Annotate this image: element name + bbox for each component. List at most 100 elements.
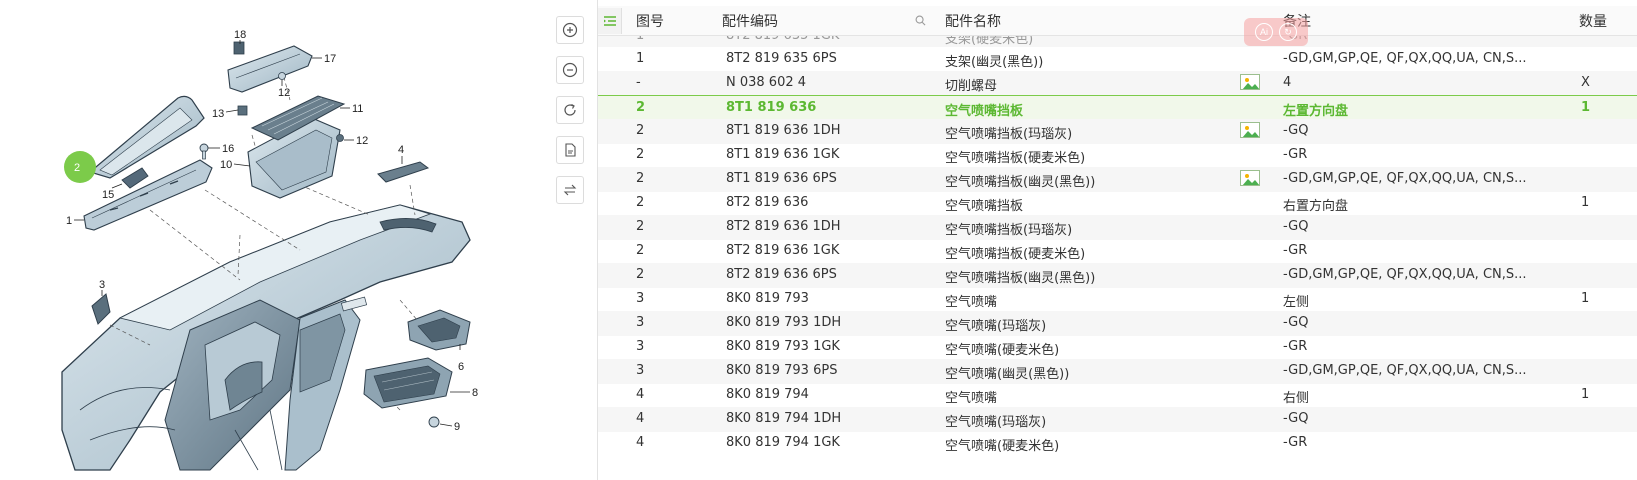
callout-2: 2 [74,162,80,174]
table-row[interactable]: 1 8T2 819 635 1GK 支架(硬麦米色) -GR [598,36,1637,47]
zoom-in-icon [562,22,578,38]
header-qty[interactable]: 数量 [1579,11,1607,31]
cell-part-code: 8K0 819 794 1GK [726,435,840,450]
callout-4[interactable]: 4 [398,144,404,156]
cell-part-name: 空气喷嘴挡板(幽灵(黑色)) [945,175,1096,190]
part-16-screw[interactable] [199,143,209,160]
table-row[interactable]: 4 8K0 819 794 1GK 空气喷嘴(硬麦米色) -GR [598,431,1637,456]
cell-part-name: 空气喷嘴 [945,391,998,406]
callout-9[interactable]: 9 [454,421,460,433]
cell-part-name: 支架(硬麦米色) [945,36,1034,47]
cell-part-code: 8K0 819 793 6PS [726,363,838,378]
zoom-in-button[interactable] [556,16,584,44]
header-part-code[interactable]: 配件编码 [722,11,778,31]
table-row[interactable]: 2 8T2 819 636 空气喷嘴挡板 右置方向盘 1 [598,191,1637,216]
table-row[interactable]: 2 8T1 819 636 1DH 空气喷嘴挡板(玛瑙灰) -GQ [598,119,1637,144]
cell-note: -GD,GM,GP,QE, QF,QX,QQ,UA, CN,S... [1283,267,1527,282]
table-row[interactable]: 3 8K0 819 793 6PS 空气喷嘴(幽灵(黑色)) -GD,GM,GP,QE… [598,359,1637,384]
cell-part-name: 空气喷嘴 [945,295,998,310]
callout-13[interactable]: 13 [212,108,224,120]
table-row[interactable]: - N 038 602 4 切削螺母 4 X [598,71,1637,96]
part-15-small-vent[interactable] [121,167,149,189]
cell-qty: 1 [1581,387,1590,402]
cell-part-name: 空气喷嘴(玛瑙灰) [945,319,1047,334]
cell-fig-no: 2 [636,171,645,186]
search-icon[interactable] [915,15,926,26]
cell-note: -GQ [1283,123,1309,138]
cell-note: -GD,GM,GP,QE, QF,QX,QQ,UA, CN,S... [1283,51,1527,66]
part-image-button[interactable] [1240,74,1260,90]
cell-part-name: 空气喷嘴挡板(玛瑙灰) [945,127,1073,142]
table-row[interactable]: 3 8K0 819 793 1DH 空气喷嘴(玛瑙灰) -GQ [598,311,1637,336]
callout-1[interactable]: 1 [66,215,72,227]
cell-part-name: 空气喷嘴挡板 [945,199,1024,214]
cell-fig-no: 4 [636,387,645,402]
cell-note: 左置方向盘 [1283,104,1349,119]
reset-icon [564,103,576,116]
cell-fig-no: 2 [636,243,645,258]
cell-part-name: 空气喷嘴(玛瑙灰) [945,415,1047,430]
table-row[interactable]: 2 8T1 819 636 1GK 空气喷嘴挡板(硬麦米色) -GR [598,143,1637,168]
ai-assistant-badge[interactable]: Ai ↻ [1244,18,1308,46]
part-18-clip[interactable] [233,41,245,55]
cell-note: -GR [1283,339,1308,354]
refresh-circle-icon: ↻ [1279,23,1297,41]
table-row[interactable]: 4 8K0 819 794 1DH 空气喷嘴(玛瑙灰) -GQ [598,407,1637,432]
callout-12-upper[interactable]: 12 [278,87,290,99]
cell-fig-no: 4 [636,435,645,450]
part-image-button[interactable] [1240,170,1260,186]
table-row[interactable]: 2 8T2 819 636 6PS 空气喷嘴挡板(幽灵(黑色)) -GD,GM,GP,… [598,263,1637,288]
callout-16[interactable]: 16 [222,143,234,155]
cell-note: -GR [1283,435,1308,450]
cell-part-name: 空气喷嘴(硬麦米色) [945,343,1060,358]
table-row[interactable]: 3 8K0 819 793 空气喷嘴 左侧 1 [598,287,1637,312]
cell-part-code: 8K0 819 794 1DH [726,411,842,426]
cell-fig-no: 3 [636,315,645,330]
callout-2-active[interactable]: 2 [64,151,96,183]
swap-button[interactable] [556,176,584,204]
table-row[interactable]: 4 8K0 819 794 空气喷嘴 右侧 1 [598,383,1637,408]
column-menu-button[interactable] [598,8,622,34]
table-header: 图号 配件编码 配件名称 备注 数量 [598,6,1637,36]
callout-6[interactable]: 6 [458,361,464,373]
cell-fig-no: 3 [636,363,645,378]
cell-part-code: 8K0 819 793 [726,291,809,306]
callout-12-lower[interactable]: 12 [356,135,368,147]
callout-11[interactable]: 11 [352,103,363,115]
part-4-vent[interactable] [377,161,430,183]
part-9-knob[interactable] [428,416,440,428]
cell-fig-no: 2 [636,219,645,234]
exploded-parts-diagram[interactable]: 18 17 12 13 11 12 16 10 4 2 15 1 3 6 8 9 [0,0,540,480]
cell-qty: 1 [1581,291,1590,306]
cell-part-code: 8T2 819 635 1GK [726,36,926,43]
callout-18[interactable]: 18 [234,29,246,41]
image-icon [1240,74,1260,90]
table-row-selected[interactable]: 2 8T1 819 636 空气喷嘴挡板 左置方向盘 1 [598,95,1637,120]
cell-note: -GR [1283,36,1553,43]
cell-fig-no: 2 [636,100,646,115]
callout-10[interactable]: 10 [220,159,232,171]
cell-fig-no: 1 [636,51,645,66]
cell-part-code: 8T1 819 636 6PS [726,171,837,186]
export-pdf-button[interactable] [556,136,584,164]
zoom-out-button[interactable] [556,56,584,84]
part-image-button[interactable] [1240,122,1260,138]
header-part-name[interactable]: 配件名称 [945,11,1001,31]
cell-note: 左侧 [1283,295,1310,310]
callout-3[interactable]: 3 [99,279,105,291]
table-row[interactable]: 2 8T1 819 636 6PS 空气喷嘴挡板(幽灵(黑色)) -GD,GM,GP,… [598,167,1637,192]
dashboard-body [61,204,471,471]
callout-8[interactable]: 8 [472,387,478,399]
table-row[interactable]: 2 8T2 819 636 1GK 空气喷嘴挡板(硬麦米色) -GR [598,239,1637,264]
header-fig-no[interactable]: 图号 [636,11,664,31]
reset-view-button[interactable] [556,96,584,124]
part-13-clip[interactable] [237,105,248,116]
list-menu-icon [603,16,616,26]
table-row[interactable]: 1 8T2 819 635 6PS 支架(幽灵(黑色)) -GD,GM,GP,QE, … [598,47,1637,72]
part-3-vent[interactable] [91,293,111,325]
callout-15[interactable]: 15 [102,189,114,201]
table-row[interactable]: 2 8T2 819 636 1DH 空气喷嘴挡板(玛瑙灰) -GQ [598,215,1637,240]
table-row[interactable]: 3 8K0 819 793 1GK 空气喷嘴(硬麦米色) -GR [598,335,1637,360]
callout-17[interactable]: 17 [324,53,336,65]
cell-fig-no: 2 [636,267,645,282]
